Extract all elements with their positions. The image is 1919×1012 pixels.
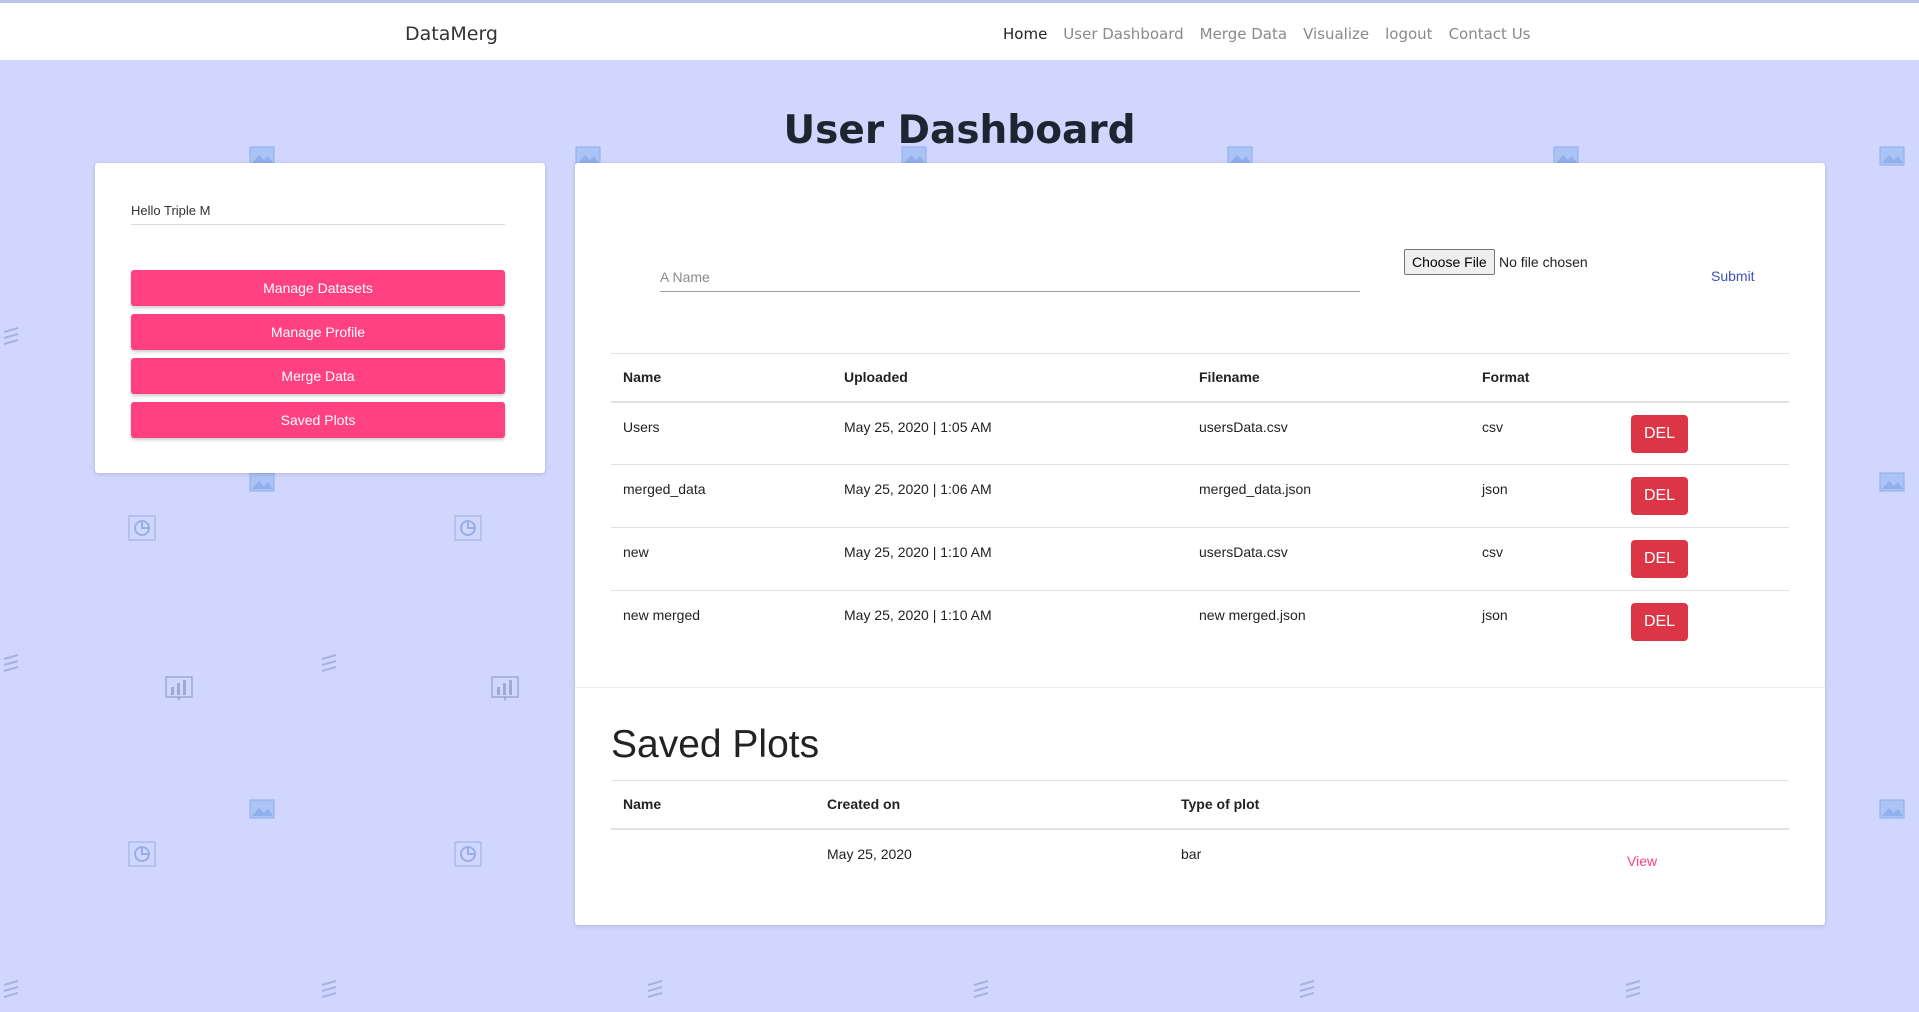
list-icon	[1622, 978, 1652, 1004]
cell-uploaded: May 25, 2020 | 1:05 AM	[844, 418, 992, 435]
cell-uploaded: May 25, 2020 | 1:10 AM	[844, 544, 992, 560]
bar-chart-icon	[164, 676, 194, 702]
list-icon	[318, 978, 348, 1004]
nav-link-user-dashboard[interactable]: User Dashboard	[1063, 25, 1183, 43]
cell-created-on: May 25, 2020	[827, 845, 912, 862]
nav-link-visualize[interactable]: Visualize	[1303, 25, 1369, 43]
list-icon	[0, 652, 30, 678]
saved-plots-table: Name Created on Type of plot May 25, 202…	[611, 780, 1789, 887]
table-header-row: Name Created on Type of plot	[611, 780, 1789, 829]
cell-filename: merged_data.json	[1199, 481, 1312, 497]
dataset-name-input[interactable]	[660, 263, 1360, 292]
column-header-filename: Filename	[1199, 369, 1260, 386]
delete-button[interactable]: DEL	[1631, 477, 1688, 515]
cell-name: Users	[623, 418, 660, 435]
nav-link-contact-us[interactable]: Contact Us	[1449, 25, 1531, 43]
list-icon	[970, 978, 1000, 1004]
saved-plots-button[interactable]: Saved Plots	[131, 402, 505, 438]
pie-chart-icon	[453, 841, 483, 867]
nav-links: Home User Dashboard Merge Data Visualize…	[1003, 25, 1530, 43]
merge-data-button[interactable]: Merge Data	[131, 358, 505, 394]
delete-button[interactable]: DEL	[1631, 540, 1688, 578]
view-plot-link[interactable]: View	[1627, 853, 1657, 869]
file-status: No file chosen	[1499, 254, 1588, 270]
main-card: Choose File No file chosen Submit Name U…	[575, 163, 1825, 925]
column-header-name: Name	[623, 369, 662, 386]
cell-name: new merged	[623, 607, 701, 623]
navbar: DataMerg Home User Dashboard Merge Data …	[0, 0, 1919, 60]
table-header-row: Name Uploaded Filename Format	[611, 353, 1789, 402]
table-row: May 25, 2020 bar View	[611, 829, 1789, 887]
cell-format: csv	[1482, 544, 1503, 560]
image-icon	[248, 470, 278, 496]
cell-filename: usersData.csv	[1199, 544, 1288, 560]
table-row: merged_data May 25, 2020 | 1:06 AM merge…	[611, 465, 1789, 528]
user-greeting: Hello Triple M	[131, 203, 505, 225]
column-header-format: Format	[1482, 369, 1530, 386]
cell-name: merged_data	[623, 481, 706, 497]
bar-chart-icon	[490, 676, 520, 702]
cell-name	[611, 829, 815, 887]
table-row: Users May 25, 2020 | 1:05 AM usersData.c…	[611, 402, 1789, 465]
datasets-table: Name Uploaded Filename Format Users May …	[611, 353, 1789, 654]
list-icon	[1296, 978, 1326, 1004]
manage-profile-button[interactable]: Manage Profile	[131, 314, 505, 350]
manage-datasets-button[interactable]: Manage Datasets	[131, 270, 505, 306]
nav-link-home[interactable]: Home	[1003, 25, 1047, 43]
cell-actions: View	[1521, 829, 1789, 887]
delete-button[interactable]: DEL	[1631, 414, 1688, 453]
column-header-actions	[1521, 781, 1789, 829]
pie-chart-icon	[127, 841, 157, 867]
page-title: User Dashboard	[783, 108, 1136, 153]
column-header-name: Name	[623, 796, 662, 813]
column-header-type: Type of plot	[1181, 796, 1260, 813]
list-icon	[318, 652, 348, 678]
sidebar-card: Hello Triple M Manage Datasets Manage Pr…	[95, 163, 545, 473]
cell-actions: DEL	[1619, 528, 1789, 591]
cell-type: bar	[1181, 845, 1202, 862]
section-divider	[575, 687, 1825, 688]
choose-file-button[interactable]: Choose File	[1404, 249, 1495, 275]
column-header-created-on: Created on	[827, 796, 901, 813]
pie-chart-icon	[453, 515, 483, 541]
cell-name: new	[623, 544, 649, 560]
cell-filename: usersData.csv	[1199, 418, 1288, 435]
list-icon	[0, 325, 30, 351]
image-icon	[1878, 470, 1908, 496]
table-row: new May 25, 2020 | 1:10 AM usersData.csv…	[611, 528, 1789, 591]
list-icon	[644, 978, 674, 1004]
pie-chart-icon	[127, 515, 157, 541]
cell-format: csv	[1482, 418, 1503, 435]
cell-actions: DEL	[1619, 465, 1789, 528]
nav-link-logout[interactable]: logout	[1385, 25, 1432, 43]
column-header-actions	[1619, 354, 1789, 402]
cell-actions: DEL	[1619, 402, 1789, 465]
submit-button[interactable]: Submit	[1711, 268, 1755, 284]
delete-button[interactable]: DEL	[1631, 603, 1688, 641]
cell-format: json	[1482, 481, 1508, 497]
cell-actions: DEL	[1619, 591, 1789, 654]
image-icon	[248, 797, 278, 823]
cell-format: json	[1482, 607, 1508, 623]
brand-logo[interactable]: DataMerg	[405, 23, 498, 45]
cell-filename: new merged.json	[1199, 607, 1306, 623]
saved-plots-heading: Saved Plots	[611, 723, 820, 766]
column-header-uploaded: Uploaded	[844, 369, 908, 386]
list-icon	[0, 978, 30, 1004]
image-icon	[1878, 797, 1908, 823]
nav-link-merge-data[interactable]: Merge Data	[1200, 25, 1287, 43]
table-row: new merged May 25, 2020 | 1:10 AM new me…	[611, 591, 1789, 654]
cell-uploaded: May 25, 2020 | 1:06 AM	[844, 481, 992, 497]
cell-uploaded: May 25, 2020 | 1:10 AM	[844, 607, 992, 623]
